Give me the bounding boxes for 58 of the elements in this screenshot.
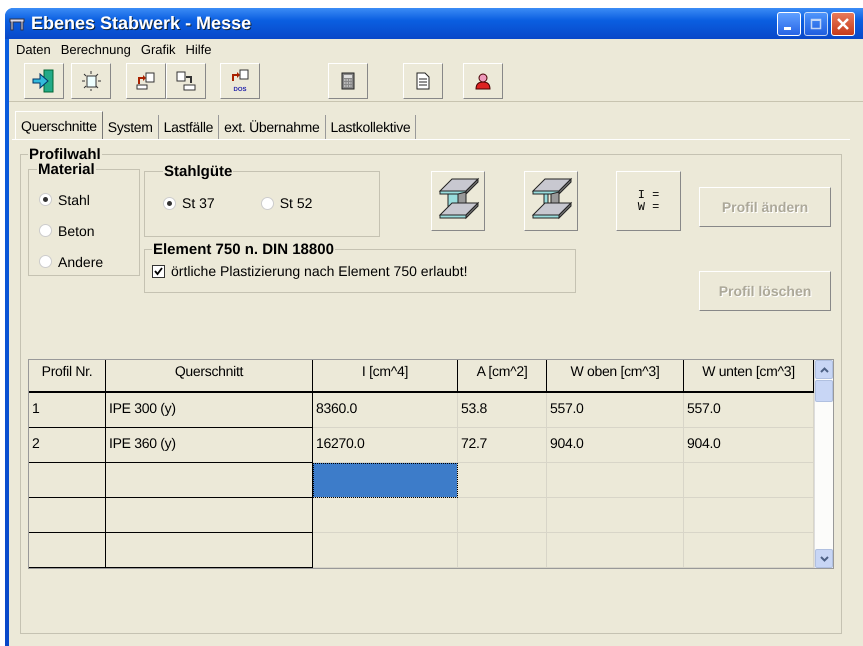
group-title: Material <box>37 161 96 178</box>
close-button[interactable] <box>831 12 855 36</box>
toolbar-button[interactable] <box>71 63 111 99</box>
radio-option[interactable]: Beton <box>39 215 139 246</box>
table-cell: 904.0 <box>547 428 684 463</box>
table-cell: IPE 300 (y) <box>106 393 313 428</box>
minimize-button[interactable] <box>777 12 801 36</box>
scroll-down-icon[interactable] <box>815 549 833 568</box>
radio-option[interactable]: St 37 <box>163 188 215 218</box>
frame-icon <box>9 16 25 32</box>
section-button[interactable] <box>524 171 578 231</box>
export-icon <box>135 72 157 90</box>
table-cell: 1 <box>29 393 106 428</box>
page-icon <box>80 70 102 92</box>
checkmark-icon <box>154 266 163 276</box>
menu-item[interactable]: Berechnung <box>56 42 136 56</box>
window-title: Ebenes Stabwerk - Messe <box>31 13 252 34</box>
table-cell: 8360.0 <box>313 393 458 428</box>
calculator-icon <box>341 72 355 90</box>
scroll-up-icon[interactable] <box>815 360 833 379</box>
table-cell: 53.8 <box>458 393 547 428</box>
table-cell: 72.7 <box>458 428 547 463</box>
table-cell: IPE 360 (y) <box>106 428 313 463</box>
menu-item[interactable]: Hilfe <box>180 42 217 56</box>
column-header: Profil Nr. <box>29 360 106 393</box>
toolbar-button[interactable] <box>463 63 503 99</box>
maximize-icon <box>810 18 822 30</box>
table-cell: 557.0 <box>547 393 684 428</box>
column-header: A [cm^2] <box>458 360 547 393</box>
menu-item[interactable]: Grafik <box>136 42 180 56</box>
toolbar-button[interactable] <box>166 63 206 99</box>
person-icon <box>475 72 491 90</box>
group-title: Element 750 n. DIN 18800 <box>152 241 335 258</box>
scrollbar[interactable] <box>814 360 833 568</box>
column-header: Querschnitt <box>106 360 313 393</box>
checkbox-option[interactable]: örtliche Plastizierung nach Element 750 erlaubt! <box>152 263 575 279</box>
table-cell: 2 <box>29 428 106 463</box>
menu-item[interactable]: Daten <box>11 42 56 56</box>
toolbar-button[interactable] <box>403 63 443 99</box>
toolbar-button[interactable] <box>328 63 368 99</box>
close-icon <box>836 16 850 30</box>
radio-option[interactable]: Stahl <box>39 184 139 215</box>
maximize-button[interactable] <box>804 12 828 36</box>
group-title: Profilwahl <box>28 146 102 163</box>
column-header: W oben [cm^3] <box>547 360 684 393</box>
section-button[interactable] <box>431 171 485 231</box>
scroll-thumb[interactable] <box>815 380 833 402</box>
radio-option[interactable]: Andere <box>39 246 139 277</box>
radio-option[interactable]: St 52 <box>260 188 312 218</box>
formula-button[interactable]: I = W = <box>616 171 681 231</box>
tab[interactable]: Querschnitte <box>15 111 103 139</box>
toolbar-button[interactable] <box>126 63 166 99</box>
import-icon <box>175 71 197 91</box>
toolbar-button[interactable] <box>24 63 64 99</box>
group-title: Stahlgüte <box>163 163 234 180</box>
column-header: I [cm^4] <box>313 360 458 393</box>
document-icon <box>416 72 430 90</box>
minimize-icon <box>784 26 790 30</box>
